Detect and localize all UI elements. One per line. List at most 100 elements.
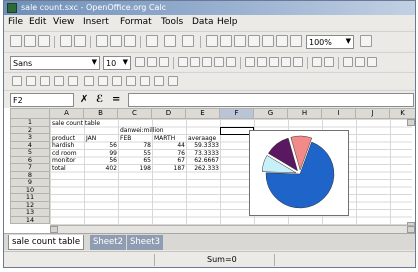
table-icon[interactable] bbox=[84, 76, 94, 86]
redo-icon[interactable] bbox=[182, 35, 194, 47]
column-header-j[interactable]: J bbox=[356, 108, 390, 119]
text-icon[interactable] bbox=[26, 76, 36, 86]
help-icon[interactable] bbox=[360, 35, 372, 47]
scroll-left-button[interactable] bbox=[50, 226, 58, 233]
background-color-icon[interactable] bbox=[355, 57, 365, 67]
header-cell[interactable]: FEB bbox=[120, 135, 131, 142]
justify-icon[interactable] bbox=[214, 57, 224, 67]
row-header[interactable]: 14 bbox=[10, 216, 50, 224]
table-cell[interactable]: hardish bbox=[52, 142, 74, 149]
sheet-tab-sheet2[interactable]: Sheet2 bbox=[90, 235, 126, 250]
cell-area[interactable]: sale count table danwei:million product … bbox=[50, 119, 412, 227]
table-cell[interactable]: 402 bbox=[86, 165, 117, 172]
column-header-c[interactable]: C bbox=[118, 108, 152, 119]
ellipse-icon[interactable] bbox=[154, 76, 164, 86]
standard-format-icon[interactable] bbox=[269, 57, 279, 67]
scroll-right-button[interactable] bbox=[407, 226, 415, 233]
gallery-icon[interactable] bbox=[276, 35, 288, 47]
cell-title[interactable]: sale count table bbox=[52, 120, 100, 127]
clone-icon[interactable] bbox=[146, 35, 158, 47]
header-cell[interactable]: JAN bbox=[86, 135, 96, 142]
horizontal-scrollbar[interactable] bbox=[50, 225, 415, 233]
table-cell[interactable]: total bbox=[52, 165, 66, 172]
datasource-icon[interactable] bbox=[290, 35, 302, 47]
font-color-icon[interactable] bbox=[367, 57, 377, 67]
align-center-icon[interactable] bbox=[190, 57, 200, 67]
sort-desc-icon[interactable] bbox=[248, 35, 260, 47]
paste-icon[interactable] bbox=[124, 35, 136, 47]
sum-icon[interactable] bbox=[220, 35, 232, 47]
currency-icon[interactable] bbox=[245, 57, 255, 67]
column-header-h[interactable]: H bbox=[288, 108, 322, 119]
cut-icon[interactable] bbox=[96, 35, 108, 47]
column-header-e[interactable]: E bbox=[186, 108, 220, 119]
menu-tools[interactable]: Tools bbox=[161, 17, 183, 27]
open-icon[interactable] bbox=[24, 35, 36, 47]
table-cell[interactable]: 262.333 bbox=[188, 165, 219, 172]
menu-data[interactable]: Data bbox=[192, 17, 214, 27]
table-cell[interactable]: 76 bbox=[154, 150, 185, 157]
table-cell[interactable]: 99 bbox=[86, 150, 117, 157]
select-icon[interactable] bbox=[12, 76, 22, 86]
cell-insert-icon[interactable] bbox=[68, 76, 78, 86]
borders-icon[interactable] bbox=[343, 57, 353, 67]
menu-insert[interactable]: Insert bbox=[83, 17, 109, 27]
sum-icon[interactable]: ℰ bbox=[96, 94, 103, 105]
checkbox-icon[interactable] bbox=[168, 76, 178, 86]
cell-unit[interactable]: danwei:million bbox=[120, 127, 164, 134]
column-header-f[interactable]: F bbox=[220, 108, 254, 119]
table-cell[interactable]: 56 bbox=[86, 142, 117, 149]
insert-icon[interactable] bbox=[54, 76, 64, 86]
menu-help[interactable]: Help bbox=[217, 17, 238, 27]
column-header-d[interactable]: D bbox=[152, 108, 186, 119]
column-header-g[interactable]: G bbox=[254, 108, 288, 119]
undo-icon[interactable] bbox=[164, 35, 176, 47]
align-left-icon[interactable] bbox=[178, 57, 188, 67]
table-cell[interactable]: 187 bbox=[154, 165, 185, 172]
font-name-combo[interactable]: Sans ▼ bbox=[10, 56, 100, 70]
bold-icon[interactable] bbox=[135, 57, 145, 67]
table-cell[interactable]: 62.6667 bbox=[188, 157, 219, 164]
function-icon[interactable]: = bbox=[112, 94, 120, 105]
menu-edit[interactable]: Edit bbox=[29, 17, 46, 27]
spellcheck-icon[interactable] bbox=[40, 76, 50, 86]
column-header-b[interactable]: B bbox=[84, 108, 118, 119]
table-cell[interactable]: cd room bbox=[52, 150, 77, 157]
print-icon[interactable] bbox=[60, 35, 72, 47]
image-icon[interactable] bbox=[98, 76, 108, 86]
chart-icon[interactable] bbox=[262, 35, 274, 47]
column-header-i[interactable]: I bbox=[322, 108, 356, 119]
save-icon[interactable] bbox=[38, 35, 50, 47]
table-cell[interactable]: monitor bbox=[52, 157, 75, 164]
decrease-indent-icon[interactable] bbox=[312, 57, 322, 67]
line-icon[interactable] bbox=[112, 76, 122, 86]
table-cell[interactable]: 198 bbox=[120, 165, 151, 172]
table-cell[interactable]: 78 bbox=[120, 142, 151, 149]
pie-chart[interactable] bbox=[249, 130, 349, 216]
scroll-up-button[interactable] bbox=[407, 119, 415, 126]
menu-file[interactable]: File bbox=[8, 17, 23, 27]
sheet-tab-sale-count-table[interactable]: sale count table bbox=[8, 235, 85, 250]
formula-input[interactable] bbox=[128, 93, 414, 107]
name-box[interactable]: F2 bbox=[10, 93, 74, 107]
copy-icon[interactable] bbox=[110, 35, 122, 47]
delete-decimal-icon[interactable] bbox=[293, 57, 303, 67]
rectangle-icon[interactable] bbox=[140, 76, 150, 86]
header-cell[interactable]: MARTH bbox=[154, 135, 175, 142]
italic-icon[interactable] bbox=[147, 57, 157, 67]
table-cell[interactable]: 56 bbox=[86, 157, 117, 164]
percent-icon[interactable] bbox=[257, 57, 267, 67]
header-cell[interactable]: product bbox=[52, 135, 75, 142]
navigator-icon[interactable] bbox=[206, 35, 218, 47]
merge-cells-icon[interactable] bbox=[226, 57, 236, 67]
add-decimal-icon[interactable] bbox=[281, 57, 291, 67]
menu-format[interactable]: Format bbox=[120, 17, 152, 27]
pencil-icon[interactable] bbox=[126, 76, 136, 86]
new-icon[interactable] bbox=[10, 35, 22, 47]
increase-indent-icon[interactable] bbox=[324, 57, 334, 67]
preview-icon[interactable] bbox=[74, 35, 86, 47]
column-header-k[interactable]: K bbox=[390, 108, 415, 119]
menu-view[interactable]: View bbox=[53, 17, 74, 27]
table-cell[interactable]: 59.3333 bbox=[188, 142, 219, 149]
table-cell[interactable]: 73.3333 bbox=[188, 150, 219, 157]
